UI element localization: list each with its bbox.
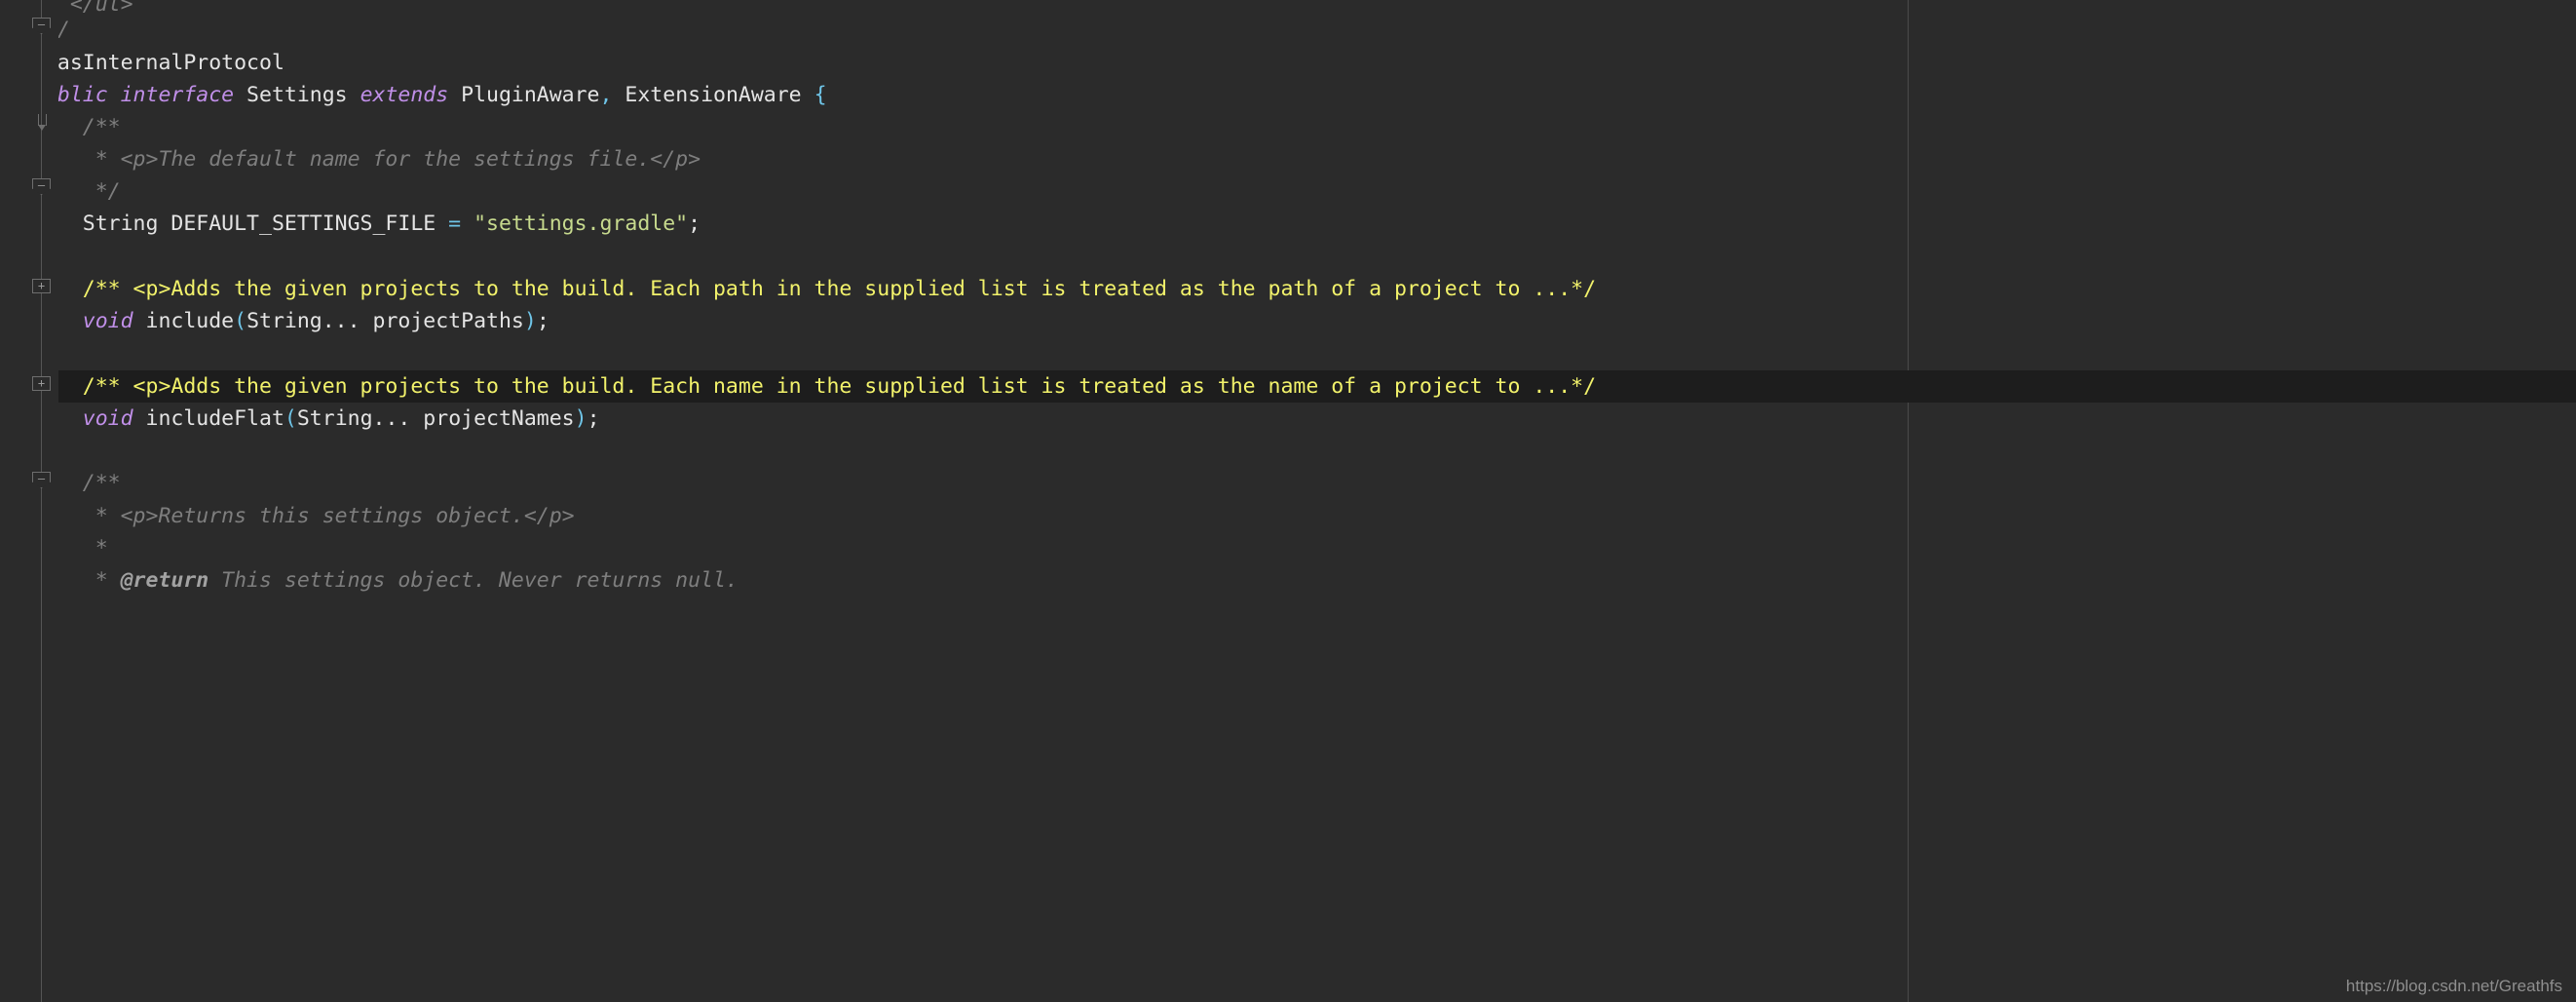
code-token-plain: ; [536, 309, 549, 333]
code-token-cmt: * <p>The default name for the settings f… [32, 147, 701, 172]
code-line[interactable]: /** [0, 111, 2576, 143]
code-line-content: String DEFAULT_SETTINGS_FILE = "settings… [0, 208, 701, 240]
code-token-plain: String... projectNames [296, 406, 575, 431]
code-line[interactable]: void includeFlat(String... projectNames)… [0, 403, 2576, 435]
code-token-plain: @HasInternalProtocol [32, 51, 284, 75]
code-line-content: * <p>The default name for the settings f… [0, 143, 701, 175]
fold-collapse-icon[interactable]: – [32, 178, 51, 195]
code-line[interactable]: /** [0, 467, 2576, 499]
code-token-cmt: This settings object. Never returns null… [208, 568, 739, 593]
code-line[interactable]: * [0, 532, 2576, 564]
code-token-fold-cmt: /** <p>Adds the given projects to the bu… [32, 277, 1597, 301]
code-line-content: /** <p>Adds the given projects to the bu… [0, 370, 1596, 403]
code-line[interactable]: /** <p>Adds the given projects to the bu… [0, 273, 2576, 305]
code-token-op: = [448, 212, 462, 236]
code-token-brk: { [814, 83, 827, 107]
code-line[interactable]: * <p>Returns this settings object.</p> [0, 500, 2576, 532]
code-token-plain: include [133, 309, 235, 333]
code-line-content: * <p>Returns this settings object.</p> [0, 500, 575, 532]
code-area[interactable]: * </ul> */@HasInternalProtocolpublic int… [0, 0, 2576, 1002]
code-line-content: void includeFlat(String... projectNames)… [0, 403, 600, 435]
code-line[interactable] [0, 240, 2576, 272]
fold-collapse-icon[interactable]: – [32, 18, 51, 34]
code-line[interactable]: public interface Settings extends Plugin… [0, 79, 2576, 111]
code-line-content: * @return This settings object. Never re… [0, 564, 739, 597]
fold-rail-line [41, 0, 42, 1002]
code-token-plain: String DEFAULT_SETTINGS_FILE [32, 212, 449, 236]
code-token-plain: PluginAware [448, 83, 600, 107]
code-token-op: , [599, 83, 613, 107]
code-token-cmt-tag: @return [120, 568, 209, 593]
code-line[interactable]: */ [0, 175, 2576, 208]
code-token-kw: extends [360, 83, 449, 107]
code-token-brk: ( [284, 406, 297, 431]
code-line[interactable]: void include(String... projectPaths); [0, 305, 2576, 337]
code-token-str: "settings.gradle" [474, 212, 689, 236]
code-token-brk: ( [234, 309, 247, 333]
watermark-text: https://blog.csdn.net/Greathfs [2345, 977, 2562, 995]
fold-collapse-icon[interactable]: – [32, 472, 51, 488]
code-line-content: /** <p>Adds the given projects to the bu… [0, 273, 1596, 305]
code-token-plain: Settings [234, 83, 360, 107]
fold-expand-icon[interactable]: + [32, 279, 51, 293]
code-line-content: public interface Settings extends Plugin… [0, 79, 827, 111]
code-token-kw: public interface [32, 83, 235, 107]
code-token-kw: void [82, 406, 133, 431]
fold-region-end-marker[interactable] [38, 114, 47, 131]
code-token-plain: String... projectPaths [246, 309, 524, 333]
code-line[interactable] [0, 435, 2576, 467]
fold-expand-icon[interactable]: + [32, 376, 51, 391]
code-token-kw: void [82, 309, 133, 333]
code-line[interactable]: */ [0, 14, 2576, 46]
editor-gutter[interactable]: – – + + – [0, 0, 58, 1002]
code-token-brk: ) [523, 309, 537, 333]
code-token-plain: ; [688, 212, 701, 236]
code-token-fold-cmt: /** <p>Adds the given projects to the bu… [32, 374, 1597, 399]
code-line[interactable] [0, 337, 2576, 369]
code-line[interactable]: @HasInternalProtocol [0, 47, 2576, 79]
code-line[interactable]: String DEFAULT_SETTINGS_FILE = "settings… [0, 208, 2576, 240]
code-token-brk: ) [574, 406, 587, 431]
code-token-cmt: * <p>Returns this settings object.</p> [32, 504, 575, 528]
code-editor[interactable]: * </ul> */@HasInternalProtocolpublic int… [0, 0, 2576, 1002]
code-token-plain: includeFlat [133, 406, 284, 431]
code-token-plain: ExtensionAware [612, 83, 814, 107]
code-line-current[interactable]: /** <p>Adds the given projects to the bu… [0, 370, 2576, 403]
code-line-content: void include(String... projectPaths); [0, 305, 549, 337]
code-line[interactable]: * @return This settings object. Never re… [0, 564, 2576, 597]
code-line[interactable]: * <p>The default name for the settings f… [0, 143, 2576, 175]
code-token-plain: ; [587, 406, 600, 431]
